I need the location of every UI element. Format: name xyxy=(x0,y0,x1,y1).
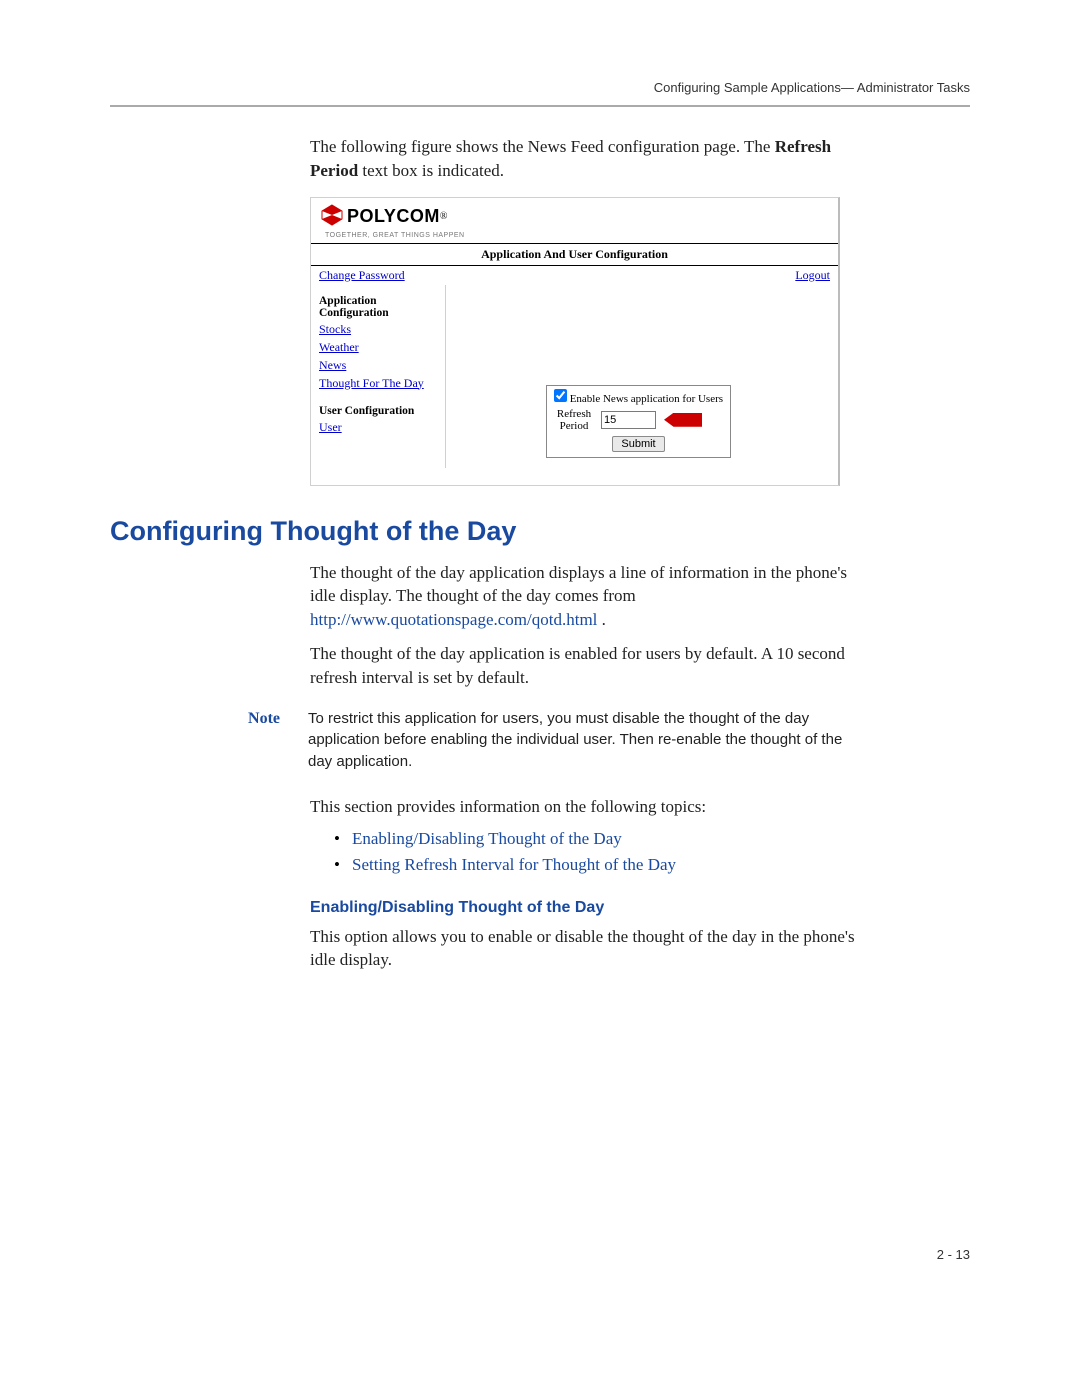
section-p3: This section provides information on the… xyxy=(310,795,870,819)
logo-text: POLYCOM xyxy=(347,206,440,227)
figure-main: Enable News application for Users Refres… xyxy=(446,285,838,485)
intro-text-a: The following figure shows the News Feed… xyxy=(310,137,775,156)
figure-title: Application And User Configuration xyxy=(311,244,838,266)
sidebar-item-weather[interactable]: Weather xyxy=(319,340,439,355)
page-number: 2 - 13 xyxy=(937,1247,970,1262)
note-text: To restrict this application for users, … xyxy=(308,708,870,773)
sidebar-item-news[interactable]: News xyxy=(319,358,439,373)
section-p1: The thought of the day application displ… xyxy=(310,561,870,632)
note-label: Note xyxy=(230,708,280,728)
refresh-period-input[interactable] xyxy=(601,411,656,429)
subsection-heading: Enabling/Disabling Thought of the Day xyxy=(310,899,870,917)
refresh-period-label: Refresh Period xyxy=(553,408,595,432)
note-block: Note To restrict this application for us… xyxy=(230,708,870,773)
section-p1-a: The thought of the day application displ… xyxy=(310,563,847,606)
section-p2: The thought of the day application is en… xyxy=(310,642,870,690)
callout-arrow-icon xyxy=(664,413,702,427)
sidebar-item-thought[interactable]: Thought For The Day xyxy=(319,376,439,391)
polycom-logo-icon xyxy=(321,204,343,230)
section-heading: Configuring Thought of the Day xyxy=(110,516,970,547)
enable-news-label: Enable News application for Users xyxy=(570,393,723,405)
intro-paragraph: The following figure shows the News Feed… xyxy=(310,135,870,183)
config-figure: POLYCOM® TOGETHER, GREAT THINGS HAPPEN A… xyxy=(310,197,840,486)
sidebar-item-user[interactable]: User xyxy=(319,420,439,435)
user-config-heading: User Configuration xyxy=(319,405,439,417)
sidebar-item-stocks[interactable]: Stocks xyxy=(319,322,439,337)
topic-link-2[interactable]: Setting Refresh Interval for Thought of … xyxy=(334,855,870,875)
topics-list: Enabling/Disabling Thought of the Day Se… xyxy=(334,829,870,875)
topic-link-1[interactable]: Enabling/Disabling Thought of the Day xyxy=(334,829,870,849)
subsection-p1: This option allows you to enable or disa… xyxy=(310,925,870,973)
enable-news-checkbox[interactable] xyxy=(554,389,567,402)
figure-sidebar: Application Configuration Stocks Weather… xyxy=(311,285,446,468)
submit-button[interactable]: Submit xyxy=(612,436,664,452)
change-password-link[interactable]: Change Password xyxy=(319,268,405,283)
logo-row: POLYCOM® xyxy=(311,198,838,232)
running-head: Configuring Sample Applications— Adminis… xyxy=(110,80,970,95)
intro-text-b: text box is indicated. xyxy=(358,161,504,180)
logo-tagline: TOGETHER, GREAT THINGS HAPPEN xyxy=(311,232,838,243)
header-rule xyxy=(110,105,970,107)
news-config-box: Enable News application for Users Refres… xyxy=(546,385,731,458)
trademark-icon: ® xyxy=(440,211,448,222)
logout-link[interactable]: Logout xyxy=(795,268,830,283)
qotd-url-link[interactable]: http://www.quotationspage.com/qotd.html xyxy=(310,610,597,629)
app-config-heading: Application Configuration xyxy=(319,295,439,319)
section-p1-b: . xyxy=(597,610,606,629)
